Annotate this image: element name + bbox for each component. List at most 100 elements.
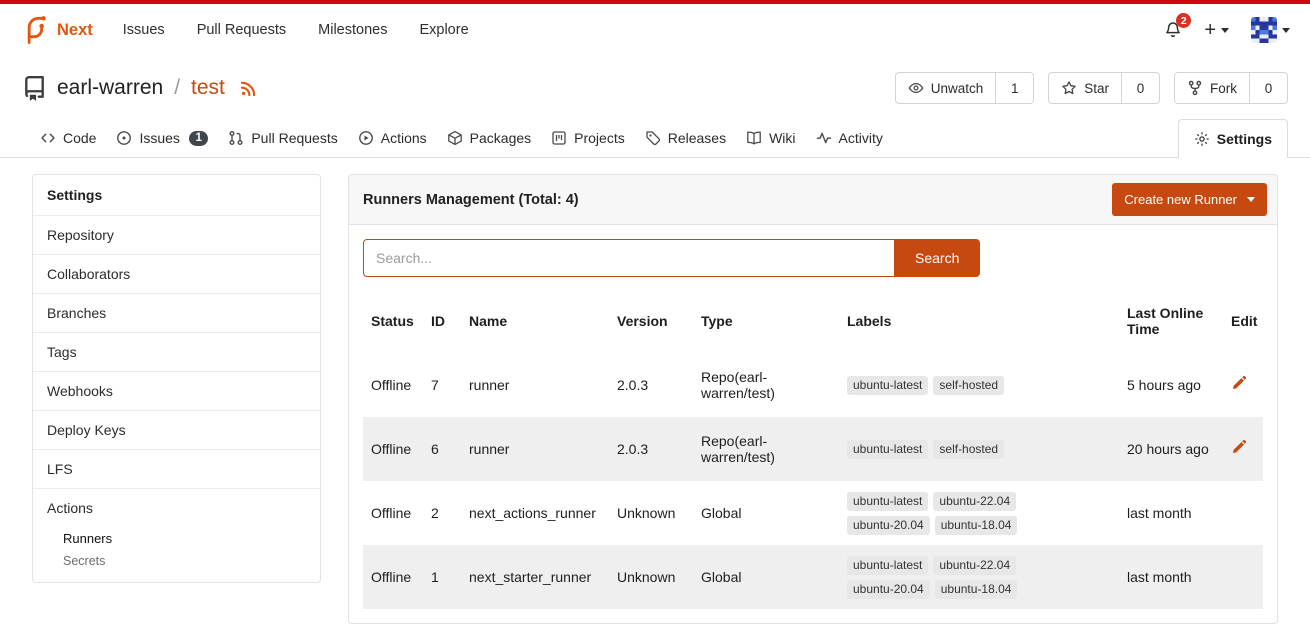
tab-wiki[interactable]: Wiki	[736, 119, 805, 157]
labels-list: ubuntu-latestself-hosted	[847, 440, 1052, 459]
tab-projects[interactable]: Projects	[541, 119, 635, 157]
edit-cell	[1223, 545, 1263, 609]
tab-pull-requests[interactable]: Pull Requests	[218, 119, 347, 157]
edit-runner-button[interactable]	[1231, 376, 1246, 391]
notifications-button[interactable]: 2	[1164, 21, 1182, 39]
runner-label-chip: self-hosted	[933, 440, 1004, 459]
runner-type: Repo(earl-warren/test)	[693, 417, 839, 481]
sidebar-title: Settings	[33, 175, 320, 215]
search-button[interactable]: Search	[894, 239, 980, 277]
tab-code[interactable]: Code	[30, 119, 106, 157]
repo-name-link[interactable]: test	[191, 76, 225, 100]
sidebar-subitem-secrets[interactable]: Secrets	[33, 550, 320, 572]
repo-title: earl-warren / test	[22, 76, 257, 101]
labels-list: ubuntu-latestself-hosted	[847, 376, 1052, 395]
panel-header: Runners Management (Total: 4) Create new…	[349, 175, 1277, 225]
tab-label: Wiki	[769, 130, 795, 146]
rss-feed-icon[interactable]	[240, 80, 257, 97]
tab-settings[interactable]: Settings	[1178, 119, 1288, 158]
sidebar-submenu: RunnersSecrets	[33, 527, 320, 582]
nav-item-milestones[interactable]: Milestones	[302, 14, 403, 46]
runner-labels: ubuntu-latestubuntu-22.04ubuntu-20.04ubu…	[839, 481, 1119, 545]
col-type: Type	[693, 289, 839, 353]
home-link[interactable]: Next	[20, 15, 93, 45]
tab-actions[interactable]: Actions	[348, 119, 437, 157]
settings-sidebar: Settings RepositoryCollaboratorsBranches…	[32, 174, 321, 583]
sidebar-subitem-runners[interactable]: Runners	[33, 527, 320, 550]
runner-version: Unknown	[609, 545, 693, 609]
sidebar-item-label: Repository	[33, 216, 320, 254]
search-input[interactable]	[363, 239, 895, 277]
nav-item-pull-requests[interactable]: Pull Requests	[181, 14, 302, 46]
main-navbar: Next IssuesPull RequestsMilestonesExplor…	[0, 4, 1310, 56]
sidebar-item-lfs[interactable]: LFS	[33, 449, 320, 488]
col-name: Name	[461, 289, 609, 353]
star-icon	[1061, 80, 1077, 96]
tab-label: Activity	[839, 130, 883, 146]
col-version: Version	[609, 289, 693, 353]
runner-status: Offline	[363, 417, 423, 481]
runner-labels: ubuntu-latestubuntu-22.04ubuntu-20.04ubu…	[839, 545, 1119, 609]
sidebar-item-label: LFS	[33, 450, 320, 488]
user-menu[interactable]	[1251, 17, 1290, 43]
sidebar-item-branches[interactable]: Branches	[33, 293, 320, 332]
star-button[interactable]: Star	[1048, 72, 1122, 104]
nav-item-issues[interactable]: Issues	[107, 14, 181, 46]
create-runner-button[interactable]: Create new Runner	[1112, 183, 1267, 216]
col-id: ID	[423, 289, 461, 353]
book-icon	[746, 130, 762, 146]
runner-label-chip: ubuntu-20.04	[847, 580, 930, 599]
col-last-online-time: Last Online Time	[1119, 289, 1223, 353]
runners-table-head: StatusIDNameVersionTypeLabelsLast Online…	[363, 289, 1263, 353]
sidebar-item-label: Tags	[33, 333, 320, 371]
edit-runner-button[interactable]	[1231, 440, 1246, 455]
runner-id: 2	[423, 481, 461, 545]
tab-issues[interactable]: Issues1	[106, 119, 218, 157]
create-new-menu[interactable]: +	[1204, 20, 1229, 40]
fork-label: Fork	[1210, 81, 1237, 96]
nav-item-explore[interactable]: Explore	[403, 14, 484, 46]
code-icon	[40, 130, 56, 146]
unwatch-button-group: Unwatch1	[895, 72, 1035, 104]
repo-tabs: CodeIssues1Pull Requests Actions Packages P…	[30, 119, 893, 157]
runner-row: Offline2next_actions_runnerUnknownGlobal…	[363, 481, 1263, 545]
star-count[interactable]: 0	[1122, 72, 1160, 104]
sidebar-item-collaborators[interactable]: Collaborators	[33, 254, 320, 293]
runner-version: 2.0.3	[609, 417, 693, 481]
tab-label: Releases	[668, 130, 726, 146]
runner-status: Offline	[363, 481, 423, 545]
tab-label: Projects	[574, 130, 625, 146]
package-icon	[447, 130, 463, 146]
unwatch-count[interactable]: 1	[996, 72, 1034, 104]
runner-label-chip: self-hosted	[933, 376, 1004, 395]
tab-label: Actions	[381, 130, 427, 146]
tab-packages[interactable]: Packages	[437, 119, 541, 157]
runner-row: Offline7runner2.0.3Repo(earl-warren/test…	[363, 353, 1263, 417]
fork-count[interactable]: 0	[1250, 72, 1288, 104]
sidebar-item-deploy-keys[interactable]: Deploy Keys	[33, 410, 320, 449]
sidebar-item-label: Branches	[33, 294, 320, 332]
runners-table: StatusIDNameVersionTypeLabelsLast Online…	[363, 289, 1263, 609]
fork-icon	[1187, 80, 1203, 96]
sidebar-item-tags[interactable]: Tags	[33, 332, 320, 371]
repo-header: earl-warren / test Unwatch1Star0Fork0	[0, 56, 1310, 114]
edit-cell	[1223, 417, 1263, 481]
avatar	[1251, 17, 1277, 43]
sidebar-item-webhooks[interactable]: Webhooks	[33, 371, 320, 410]
unwatch-button[interactable]: Unwatch	[895, 72, 997, 104]
repo-owner-link[interactable]: earl-warren	[57, 76, 163, 100]
runners-table-head-row: StatusIDNameVersionTypeLabelsLast Online…	[363, 289, 1263, 353]
tab-releases[interactable]: Releases	[635, 119, 736, 157]
sidebar-item-repository[interactable]: Repository	[33, 215, 320, 254]
tab-activity[interactable]: Activity	[806, 119, 893, 157]
fork-button[interactable]: Fork	[1174, 72, 1250, 104]
runner-row: Offline6runner2.0.3Repo(earl-warren/test…	[363, 417, 1263, 481]
sidebar-item-label: Actions	[33, 489, 320, 527]
navbar-right: 2 +	[1164, 17, 1290, 43]
tab-label: Issues	[139, 130, 179, 146]
repo-icon	[22, 76, 47, 101]
runner-version: 2.0.3	[609, 353, 693, 417]
create-runner-label: Create new Runner	[1124, 192, 1237, 207]
sidebar-item-actions[interactable]: ActionsRunnersSecrets	[33, 488, 320, 582]
issue-icon	[116, 130, 132, 146]
